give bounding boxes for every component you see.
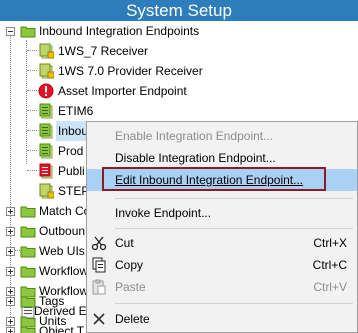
tree-item-label: Asset Importer Endpoint xyxy=(58,84,187,98)
tree-item-endpoint[interactable]: 1WS 7.0 Provider Receiver xyxy=(0,61,300,81)
tree-item-label: Web UIs xyxy=(39,244,85,258)
endpoint-running-icon xyxy=(39,143,53,159)
endpoint-disabled-icon xyxy=(39,163,53,179)
menu-separator xyxy=(115,228,353,229)
folder-icon xyxy=(20,246,36,258)
folder-icon xyxy=(20,226,36,238)
menu-separator xyxy=(115,303,353,304)
expand-toggle-icon[interactable] xyxy=(6,207,15,216)
tree-item-label: Prod xyxy=(58,144,84,158)
tree-item-endpoint[interactable]: Asset Importer Endpoint xyxy=(0,81,300,101)
tree-item-label: Outboun xyxy=(39,224,86,238)
tree-item-endpoint[interactable]: STEP xyxy=(0,181,90,201)
menu-item-delete[interactable]: Delete xyxy=(87,308,357,330)
menu-item-disable-endpoint[interactable]: Disable Integration Endpoint... xyxy=(87,147,357,169)
menu-item-shortcut: Ctrl+X xyxy=(313,236,347,250)
menu-item-label: Enable Integration Endpoint... xyxy=(115,129,274,143)
endpoint-stopped-icon xyxy=(39,63,54,79)
tree-item-label: Workflow xyxy=(39,264,89,278)
tree-item-label: 1WS 7.0 Provider Receiver xyxy=(58,64,203,78)
tree-item-endpoint[interactable]: Prod xyxy=(0,141,86,161)
tree-item-workflow[interactable]: Workflow xyxy=(0,261,89,281)
collapse-toggle-icon[interactable] xyxy=(6,27,15,36)
delete-icon xyxy=(93,313,105,325)
endpoint-running-icon xyxy=(39,103,53,119)
tree-item-endpoint[interactable]: 1WS_7 Receiver xyxy=(0,41,300,61)
menu-item-label: Paste xyxy=(115,280,146,294)
tree-item-endpoint[interactable]: Publi xyxy=(0,161,86,181)
endpoint-error-icon xyxy=(38,83,54,99)
menu-item-label: Invoke Endpoint... xyxy=(115,206,212,220)
tree-item-label: Units xyxy=(39,314,67,328)
expand-toggle-icon[interactable] xyxy=(6,297,15,306)
menu-item-shortcut: Ctrl+C xyxy=(312,258,347,272)
tree-item-label: ETIM6 xyxy=(58,104,94,118)
endpoint-stopped-icon xyxy=(39,183,54,199)
folder-icon xyxy=(20,26,36,38)
folder-icon xyxy=(20,296,36,308)
tree-item-label: Tags xyxy=(39,294,65,308)
tree-item-units[interactable]: Units xyxy=(0,311,86,331)
endpoint-stopped-icon xyxy=(39,43,54,59)
highlight-annotation-box xyxy=(102,167,326,191)
tree-item-outbound[interactable]: Outboun xyxy=(0,221,86,241)
menu-item-label: Delete xyxy=(115,312,150,326)
tree-item-web-uis[interactable]: Web UIs xyxy=(0,241,86,261)
title-bar: System Setup xyxy=(0,0,358,21)
menu-item-cut[interactable]: Cut Ctrl+X xyxy=(87,232,357,254)
menu-item-shortcut: Ctrl+V xyxy=(313,280,347,294)
tree-item-endpoint[interactable]: ETIM6 xyxy=(0,101,300,121)
menu-separator xyxy=(115,198,353,199)
expand-toggle-icon[interactable] xyxy=(6,247,15,256)
expand-toggle-icon[interactable] xyxy=(6,267,15,276)
menu-item-copy[interactable]: Copy Ctrl+C xyxy=(87,254,357,276)
expand-toggle-icon[interactable] xyxy=(6,227,15,236)
menu-item-label: Disable Integration Endpoint... xyxy=(115,151,276,165)
menu-item-label: Cut xyxy=(115,236,134,250)
scissors-icon xyxy=(91,236,107,251)
tree-item-label: Publi xyxy=(58,164,85,178)
tree-item-label: STEP xyxy=(58,184,90,198)
folder-icon xyxy=(20,316,36,328)
menu-item-enable-endpoint[interactable]: Enable Integration Endpoint... xyxy=(87,125,357,147)
menu-item-paste[interactable]: Paste Ctrl+V xyxy=(87,276,357,298)
menu-item-label: Copy xyxy=(115,258,144,272)
tree-item-label: 1WS_7 Receiver xyxy=(58,44,149,58)
folder-icon xyxy=(20,266,36,278)
expand-toggle-icon[interactable] xyxy=(6,317,15,326)
context-menu: Enable Integration Endpoint... Disable I… xyxy=(86,121,358,333)
tree-item-label: Inbound Integration Endpoints xyxy=(39,24,200,38)
window-title: System Setup xyxy=(126,1,232,20)
tree-item-inbound-integration-endpoints[interactable]: Inbound Integration Endpoints xyxy=(0,21,300,41)
tree-item-match-codes[interactable]: Match Co xyxy=(0,201,90,221)
endpoint-running-icon xyxy=(39,123,53,139)
folder-icon xyxy=(20,206,36,218)
copy-icon xyxy=(92,257,106,273)
tree-item-tags[interactable]: Tags xyxy=(0,291,86,311)
paste-icon xyxy=(92,279,106,295)
tree-item-label: Match Co xyxy=(39,204,91,218)
menu-item-invoke-endpoint[interactable]: Invoke Endpoint... xyxy=(87,202,357,224)
